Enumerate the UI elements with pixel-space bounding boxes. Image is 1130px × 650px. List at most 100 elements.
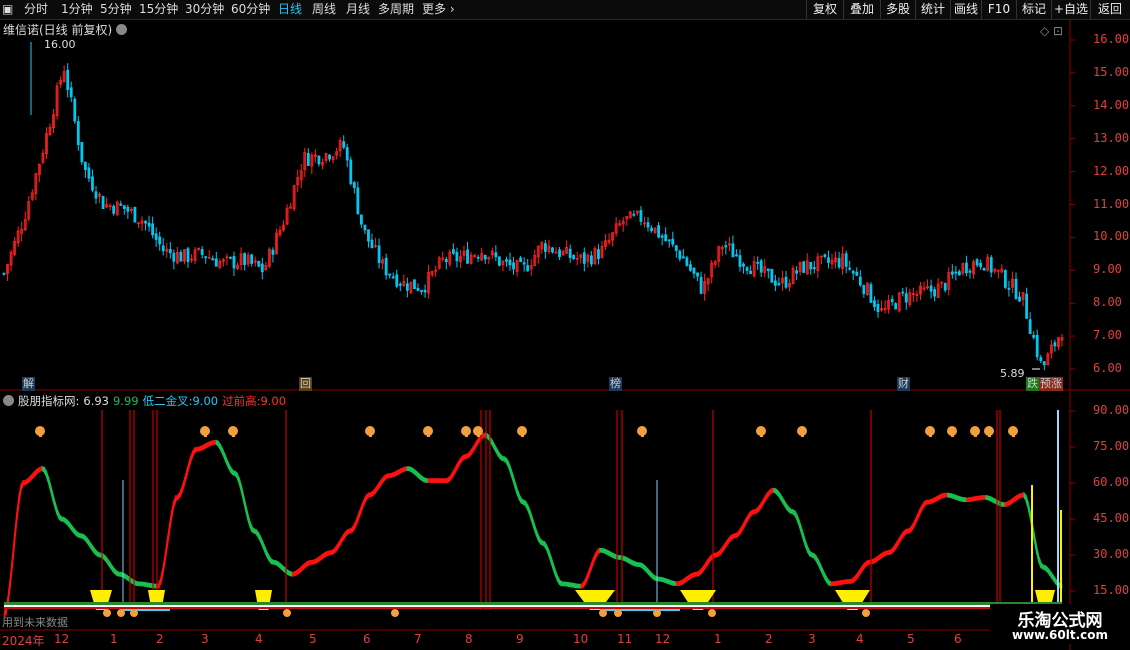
- indicator-ribbon-segment: [124, 573, 128, 581]
- candle-body: [377, 245, 381, 264]
- indicator-ribbon-segment: [149, 582, 153, 589]
- hand-signal-stem: [427, 432, 430, 437]
- dropdown-circle-icon[interactable]: [116, 24, 128, 35]
- indicator-ribbon-segment: [864, 560, 868, 569]
- indicator-ribbon-segment: [512, 473, 516, 489]
- kline-chart[interactable]: [0, 20, 1130, 650]
- tab-15min[interactable]: 15分钟: [139, 1, 178, 18]
- indicator-ribbon-segment: [476, 436, 480, 448]
- indicator-ribbon-segment: [400, 467, 403, 474]
- indicator-ribbon-segment: [983, 495, 986, 500]
- statistics-button[interactable]: 统计: [915, 0, 950, 19]
- tab-fenshi[interactable]: 分时: [24, 1, 48, 18]
- candle-body: [650, 227, 653, 232]
- signal-dot-bottom: [708, 609, 716, 617]
- watermark: 乐淘公式网 www.60lt.com: [990, 604, 1130, 644]
- indicator-ribbon-segment: [402, 466, 406, 473]
- indicator-ribbon-segment: [853, 573, 857, 583]
- tab-60min[interactable]: 60分钟: [231, 1, 270, 18]
- candle-body: [497, 256, 501, 266]
- tab-weekly[interactable]: 周线: [312, 1, 336, 18]
- event-tag-fall[interactable]: 跌: [1026, 377, 1039, 391]
- indicator-tick-label: 75.00: [1093, 439, 1130, 453]
- candle-body: [271, 249, 275, 255]
- indicator-ribbon-segment: [141, 581, 145, 587]
- candle-body: [1007, 288, 1011, 290]
- indicator-ribbon-segment: [788, 505, 791, 515]
- multi-stock-button[interactable]: 多股: [880, 0, 915, 19]
- indicator-ribbon-segment: [862, 561, 866, 572]
- tab-30min[interactable]: 30分钟: [185, 1, 224, 18]
- candle-body: [543, 243, 547, 252]
- tab-multi-period[interactable]: 多周期: [378, 1, 414, 18]
- indicator-ribbon-segment: [858, 567, 861, 578]
- hand-signal-stem: [39, 432, 42, 437]
- indicator-ribbon-segment: [468, 449, 471, 459]
- indicator-ribbon-segment: [46, 470, 49, 485]
- candle-body: [112, 205, 116, 214]
- candle-body: [646, 222, 650, 228]
- indicator-ribbon-segment: [962, 496, 965, 503]
- indicator-ribbon-segment: [646, 566, 649, 576]
- candle-body: [444, 258, 448, 263]
- indicator-name[interactable]: 股朋指标网: [18, 394, 76, 408]
- max-price-label: 16.00: [44, 38, 76, 51]
- indicator-ribbon-segment: [321, 552, 325, 560]
- event-tag-unlock[interactable]: 解: [22, 377, 35, 391]
- indicator-ribbon-segment: [179, 486, 183, 498]
- chart-settings-icons[interactable]: ◇ ⊡: [1040, 24, 1063, 38]
- indicator-ribbon-segment: [508, 461, 512, 475]
- candle-body: [420, 290, 423, 292]
- date-tick-label: 10: [573, 632, 589, 646]
- overlay-button[interactable]: 叠加: [843, 0, 880, 19]
- indicator-ribbon-segment: [987, 495, 991, 502]
- indicator-ribbon-segment: [421, 475, 425, 483]
- toolbar-toggle-icon[interactable]: ▣: [2, 1, 13, 18]
- event-tag-forecast-rise[interactable]: 预涨: [1039, 377, 1063, 391]
- event-tag-return[interactable]: 回: [299, 377, 312, 391]
- candle-body: [568, 248, 572, 258]
- indicator-ribbon-segment: [362, 497, 365, 510]
- date-tick-label: 3: [201, 632, 209, 646]
- indicator-ribbon-segment: [811, 552, 815, 559]
- back-button[interactable]: 返回: [1090, 0, 1129, 19]
- tab-daily[interactable]: 日线: [278, 1, 302, 18]
- indicator-ribbon-segment: [376, 481, 380, 493]
- tab-monthly[interactable]: 月线: [346, 1, 370, 18]
- indicator-ribbon-segment: [304, 560, 308, 569]
- tab-1min[interactable]: 1分钟: [61, 1, 93, 18]
- indicator-ribbon-segment: [667, 578, 671, 585]
- indicator-ribbon-segment: [557, 575, 560, 586]
- mark-button[interactable]: 标记: [1016, 0, 1051, 19]
- candle-body: [770, 269, 774, 283]
- candle-body: [735, 254, 738, 257]
- indicator-ribbon-segment: [404, 466, 408, 472]
- tab-5min[interactable]: 5分钟: [100, 1, 132, 18]
- indicator-menu-icon[interactable]: [3, 395, 14, 406]
- indicator-ribbon-segment: [576, 583, 579, 589]
- event-tag-billboard[interactable]: 榜: [609, 377, 622, 391]
- tab-more[interactable]: 更多 ›: [422, 1, 455, 18]
- add-watchlist-button[interactable]: +自选: [1051, 0, 1090, 19]
- candle-body: [876, 303, 880, 312]
- candle-body: [395, 274, 399, 287]
- candle-body: [982, 267, 986, 271]
- f10-button[interactable]: F10: [981, 0, 1016, 19]
- event-tag-finance[interactable]: 财: [897, 377, 910, 391]
- indicator-ribbon-segment: [803, 533, 806, 548]
- fuquan-button[interactable]: 复权: [806, 0, 843, 19]
- candle-body: [759, 260, 763, 273]
- indicator-ribbon-segment: [171, 500, 174, 521]
- indicator-ribbon-segment: [769, 487, 772, 496]
- indicator-ribbon-segment: [408, 466, 412, 473]
- indicator-ribbon-segment: [781, 495, 785, 507]
- indicator-ribbon-segment: [976, 495, 980, 501]
- indicator-ribbon-segment: [1002, 502, 1006, 507]
- indicator-ribbon-segment: [63, 516, 66, 524]
- draw-line-button[interactable]: 画线: [950, 0, 981, 19]
- indicator-ribbon-segment: [222, 447, 225, 460]
- indicator-ribbon-segment: [849, 578, 853, 584]
- candle-body: [1028, 319, 1032, 335]
- indicator-ribbon-segment: [633, 560, 637, 567]
- indicator-ribbon-segment: [470, 446, 473, 457]
